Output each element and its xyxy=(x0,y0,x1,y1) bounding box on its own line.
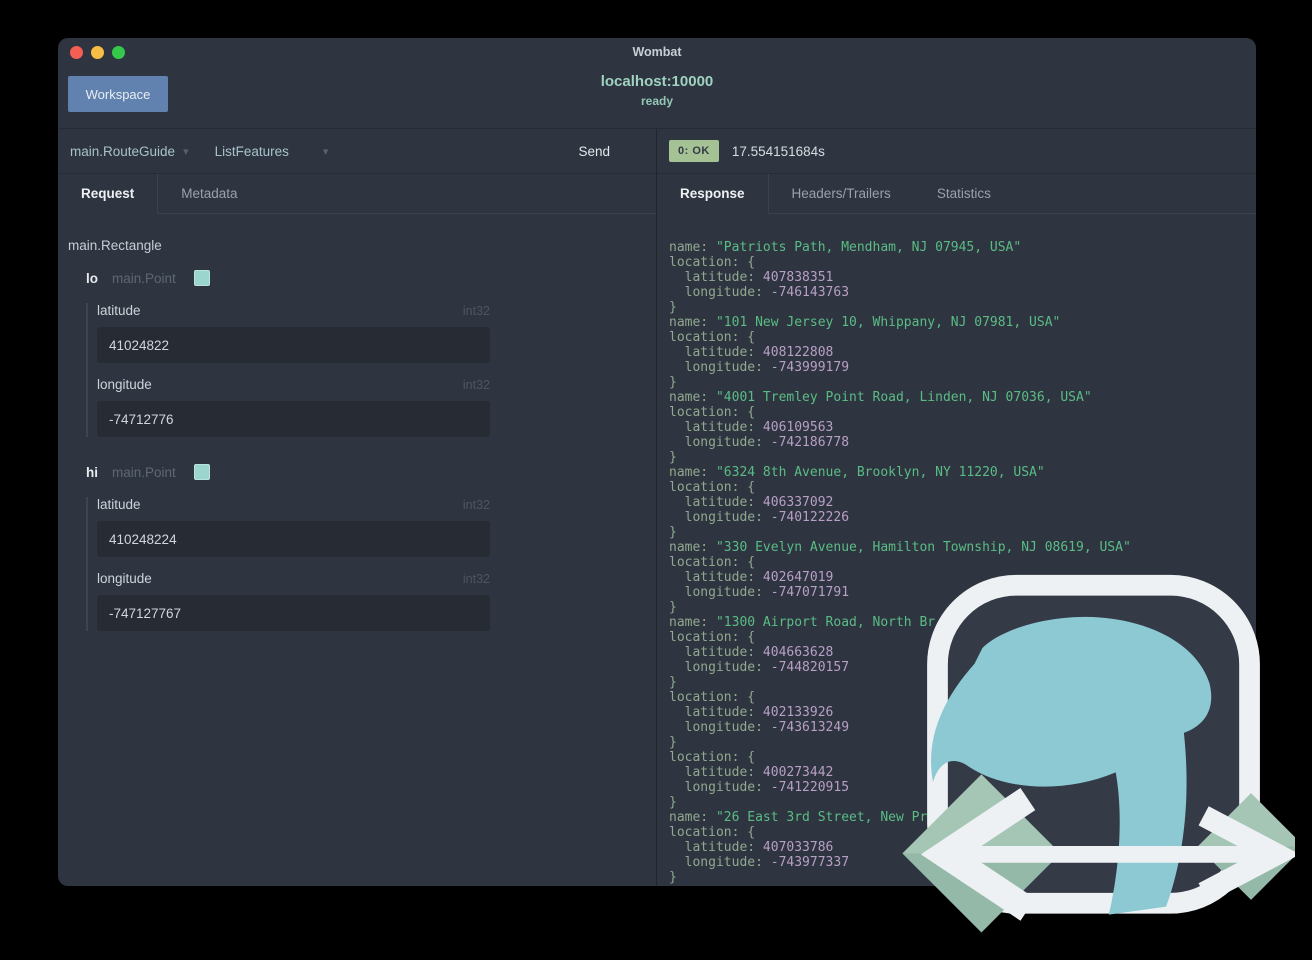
response-line: name: "101 New Jersey 10, Whippany, NJ 0… xyxy=(669,315,1061,330)
group-enabled-checkbox[interactable] xyxy=(193,270,210,286)
response-status-bar: 0: OK 17.554151684s xyxy=(657,129,1256,174)
server-status: localhost:10000 ready xyxy=(58,73,1256,109)
field-group-hi: hi main.Point latitude int32 longitude i… xyxy=(86,461,656,631)
longitude-input[interactable] xyxy=(97,401,490,437)
response-tabbar: Response Headers/Trailers Statistics xyxy=(657,174,1256,214)
wombat-logo xyxy=(902,574,1295,933)
field-type: int32 xyxy=(462,498,490,512)
group-header: hi main.Point xyxy=(86,461,656,483)
service-select[interactable]: main.RouteGuide xyxy=(70,144,175,159)
response-line: location: { xyxy=(669,255,756,270)
tabbar-filler xyxy=(1013,174,1256,214)
response-line: name: "Patriots Path, Mendham, NJ 07945,… xyxy=(669,240,1022,255)
field-type: int32 xyxy=(462,572,490,586)
server-host: localhost:10000 xyxy=(600,73,714,90)
field-type: int32 xyxy=(462,304,490,318)
app-header: Workspace localhost:10000 ready xyxy=(58,66,1256,128)
field-label-row: latitude int32 xyxy=(97,497,490,512)
tab-metadata[interactable]: Metadata xyxy=(158,174,261,214)
response-line: name: "330 Evelyn Avenue, Hamilton Towns… xyxy=(669,540,1131,555)
chevron-down-icon[interactable]: ▾ xyxy=(183,145,189,158)
chevron-down-icon[interactable]: ▾ xyxy=(323,145,329,158)
group-name: hi xyxy=(86,464,98,480)
request-form: main.Rectangle lo main.Point latitude in… xyxy=(58,214,656,886)
request-tabbar: Request Metadata xyxy=(58,174,656,214)
tab-response[interactable]: Response xyxy=(657,174,769,214)
group-body: latitude int32 longitude int32 xyxy=(86,497,656,631)
latitude-input[interactable] xyxy=(97,327,490,363)
group-type: main.Point xyxy=(112,270,176,286)
response-line: longitude: -746143763 xyxy=(669,285,850,300)
response-line: } xyxy=(669,375,677,390)
desktop: { "window": { "title": "Wombat" }, "head… xyxy=(0,0,1312,960)
group-type: main.Point xyxy=(112,464,176,480)
group-name: lo xyxy=(86,270,98,286)
tabbar-filler xyxy=(260,174,656,214)
tab-request[interactable]: Request xyxy=(58,174,159,214)
response-line: latitude: 408122808 xyxy=(669,345,834,360)
titlebar: Wombat xyxy=(58,38,1256,66)
response-line: longitude: -743999179 xyxy=(669,360,850,375)
response-line: name: "4001 Tremley Point Road, Linden, … xyxy=(669,390,1092,405)
field-label: longitude xyxy=(97,571,152,586)
response-line: latitude: 406109563 xyxy=(669,420,834,435)
longitude-input[interactable] xyxy=(97,595,490,631)
response-line: } xyxy=(669,300,677,315)
response-line: longitude: -740122226 xyxy=(669,510,850,525)
field-label: longitude xyxy=(97,377,152,392)
response-line: location: { xyxy=(669,480,756,495)
group-header: lo main.Point xyxy=(86,267,656,289)
zoom-window-icon[interactable] xyxy=(112,46,125,59)
field-label: latitude xyxy=(97,497,141,512)
tab-statistics[interactable]: Statistics xyxy=(913,174,1014,214)
response-line: location: { xyxy=(669,405,756,420)
message-type-label: main.Rectangle xyxy=(68,238,162,253)
response-line: latitude: 406337092 xyxy=(669,495,834,510)
latitude-input[interactable] xyxy=(97,521,490,557)
request-column: main.RouteGuide ▾ ListFeatures ▾ Send Re… xyxy=(58,129,657,886)
window-controls xyxy=(70,46,125,59)
close-window-icon[interactable] xyxy=(70,46,83,59)
minimize-window-icon[interactable] xyxy=(91,46,104,59)
method-select[interactable]: ListFeatures xyxy=(215,144,289,159)
response-line: name: "6324 8th Avenue, Brooklyn, NY 112… xyxy=(669,465,1045,480)
response-line: longitude: -742186778 xyxy=(669,435,850,450)
send-button[interactable]: Send xyxy=(572,143,616,160)
field-type: int32 xyxy=(462,378,490,392)
response-line: location: { xyxy=(669,330,756,345)
response-line: latitude: 407838351 xyxy=(669,270,834,285)
response-line: } xyxy=(669,525,677,540)
field-group-lo: lo main.Point latitude int32 longitude i… xyxy=(86,267,656,437)
call-duration: 17.554151684s xyxy=(731,143,825,159)
group-body: latitude int32 longitude int32 xyxy=(86,303,656,437)
response-line: } xyxy=(669,450,677,465)
server-ready-status: ready xyxy=(640,93,674,108)
window-title: Wombat xyxy=(632,45,682,59)
field-label-row: longitude int32 xyxy=(97,571,490,586)
field-label-row: latitude int32 xyxy=(97,303,490,318)
tab-headers-trailers[interactable]: Headers/Trailers xyxy=(768,174,914,214)
method-bar: main.RouteGuide ▾ ListFeatures ▾ Send xyxy=(58,129,656,174)
status-badge: 0: OK xyxy=(669,140,719,162)
field-label-row: longitude int32 xyxy=(97,377,490,392)
field-label: latitude xyxy=(97,303,141,318)
group-enabled-checkbox[interactable] xyxy=(193,464,210,480)
